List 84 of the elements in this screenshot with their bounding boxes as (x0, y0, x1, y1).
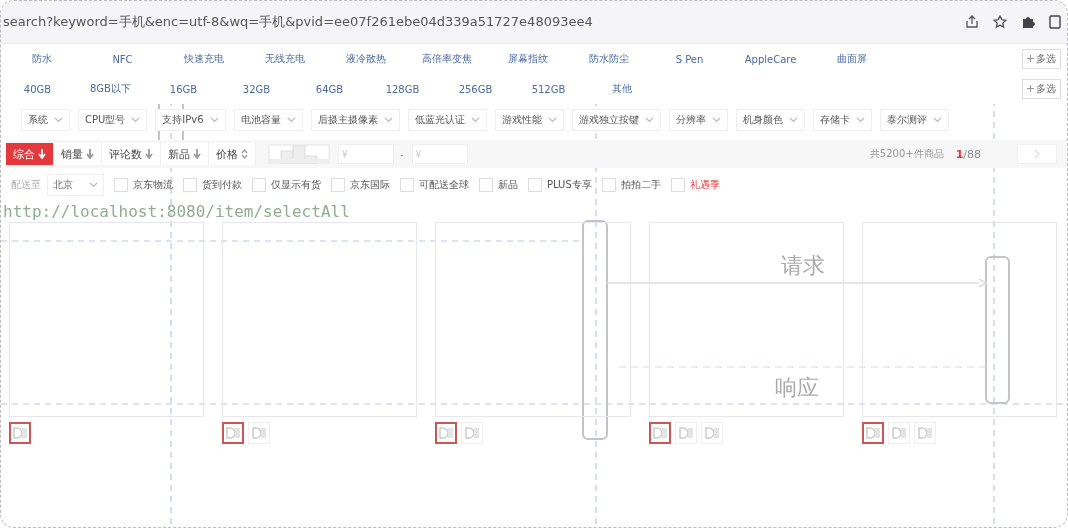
filter-dropdown[interactable]: 支持IPv6 (155, 109, 226, 131)
caret-icon (470, 117, 480, 123)
filter-dropdown[interactable]: 存储卡 (812, 109, 872, 131)
thumbnail[interactable] (9, 422, 31, 444)
checkbox[interactable] (528, 178, 542, 192)
checkbox-label[interactable]: 礼遇季 (689, 178, 720, 192)
thumbnail[interactable] (435, 422, 458, 444)
puzzle-icon[interactable] (1021, 15, 1035, 29)
sort-button[interactable]: 价格 (209, 143, 256, 165)
share-icon[interactable] (965, 15, 979, 29)
checkbox[interactable] (331, 178, 345, 192)
overlay-url-text: http://localhost:8080/item/selectAll (2, 202, 351, 222)
thumbnail[interactable] (648, 422, 671, 444)
filter-dropdown[interactable]: 游戏性能 (494, 109, 564, 131)
sort-arrows-icon (241, 149, 248, 159)
plus-icon (1027, 55, 1034, 62)
caret-icon (131, 117, 141, 123)
checkbox-label[interactable]: 货到付款 (202, 178, 242, 192)
price-histogram-icon (268, 144, 330, 164)
caret-icon (547, 117, 557, 123)
location-dropdown[interactable]: 北京 (47, 174, 104, 196)
checkbox[interactable] (252, 178, 266, 192)
checkbox[interactable] (479, 178, 493, 192)
caret-icon (711, 117, 721, 123)
filter-dropdown[interactable]: 低蓝光认证 (407, 109, 487, 131)
side-panel-icon[interactable] (1049, 15, 1061, 29)
caret-icon (383, 117, 393, 123)
response-label: 响应 (775, 374, 819, 402)
next-page-button[interactable] (1017, 144, 1057, 164)
caret-icon (209, 117, 219, 123)
caret-icon (644, 117, 654, 123)
caret-icon (855, 117, 865, 123)
multi-select-button[interactable]: 多选 (1022, 79, 1061, 99)
price-min-field[interactable]: ¥ (338, 144, 394, 164)
down-arrow-icon (38, 149, 46, 159)
filter-dropdown[interactable]: 游戏独立按键 (571, 109, 661, 131)
filter-dropdown[interactable]: CPU型号 (78, 109, 148, 131)
checkbox-label[interactable]: 京东物流 (133, 178, 173, 192)
sort-button[interactable]: 销量 (54, 143, 102, 165)
filter-dropdown[interactable]: 分辨率 (668, 109, 728, 131)
down-arrow-icon (145, 149, 153, 159)
chevron-right-icon (1034, 149, 1040, 159)
caret-icon (932, 117, 942, 123)
product-image-frame[interactable] (9, 222, 205, 417)
caret-icon (54, 117, 63, 123)
filter-dropdown[interactable]: 后摄主摄像素 (310, 109, 400, 131)
product-image-frame[interactable] (435, 222, 631, 417)
checkbox[interactable] (114, 178, 128, 192)
ship-to-label: 配送至 (11, 178, 41, 192)
page-indicator: 1/88 (955, 147, 981, 161)
checkbox[interactable] (601, 178, 616, 192)
caret-icon (788, 117, 798, 123)
checkbox-label[interactable]: 新品 (498, 178, 518, 192)
filter-dropdown[interactable]: 机身颜色 (735, 109, 805, 131)
down-arrow-icon (86, 149, 94, 159)
sort-button[interactable]: 评论数 (102, 143, 161, 165)
checkbox-label[interactable]: 仅显示有货 (271, 178, 321, 192)
checkbox[interactable] (183, 178, 197, 192)
sort-button[interactable]: 新品 (161, 143, 209, 165)
filter-dropdown[interactable]: 系统 (21, 109, 70, 131)
sort-button[interactable]: 综合 (6, 143, 54, 165)
checkbox-label[interactable]: 拍拍二手 (620, 178, 661, 192)
caret-icon (89, 182, 98, 188)
filter-dropdown[interactable]: 泰尔测评 (879, 109, 949, 131)
thumbnail[interactable] (861, 422, 884, 444)
product-image-frame[interactable] (222, 222, 418, 417)
result-count: 共5200+件商品 (869, 147, 944, 161)
thumbnail[interactable] (222, 422, 245, 444)
checkbox-label[interactable]: PLUS专享 (547, 178, 592, 192)
product-image-frame[interactable] (648, 222, 844, 417)
checkbox[interactable] (400, 178, 414, 192)
plus-icon (1027, 85, 1034, 92)
product-image-frame[interactable] (861, 222, 1057, 417)
down-arrow-icon (193, 149, 201, 159)
checkbox[interactable] (670, 178, 685, 192)
checkbox-label[interactable]: 京东国际 (350, 178, 390, 192)
checkbox-label[interactable]: 可配送全球 (419, 178, 469, 192)
star-icon[interactable] (993, 15, 1007, 29)
range-separator: - (400, 148, 404, 160)
multi-select-button[interactable]: 多选 (1022, 49, 1061, 69)
price-max-field[interactable]: ¥ (411, 144, 468, 164)
request-label: 请求 (781, 252, 825, 280)
caret-icon (286, 117, 296, 123)
filter-dropdown[interactable]: 电池容量 (233, 109, 303, 131)
